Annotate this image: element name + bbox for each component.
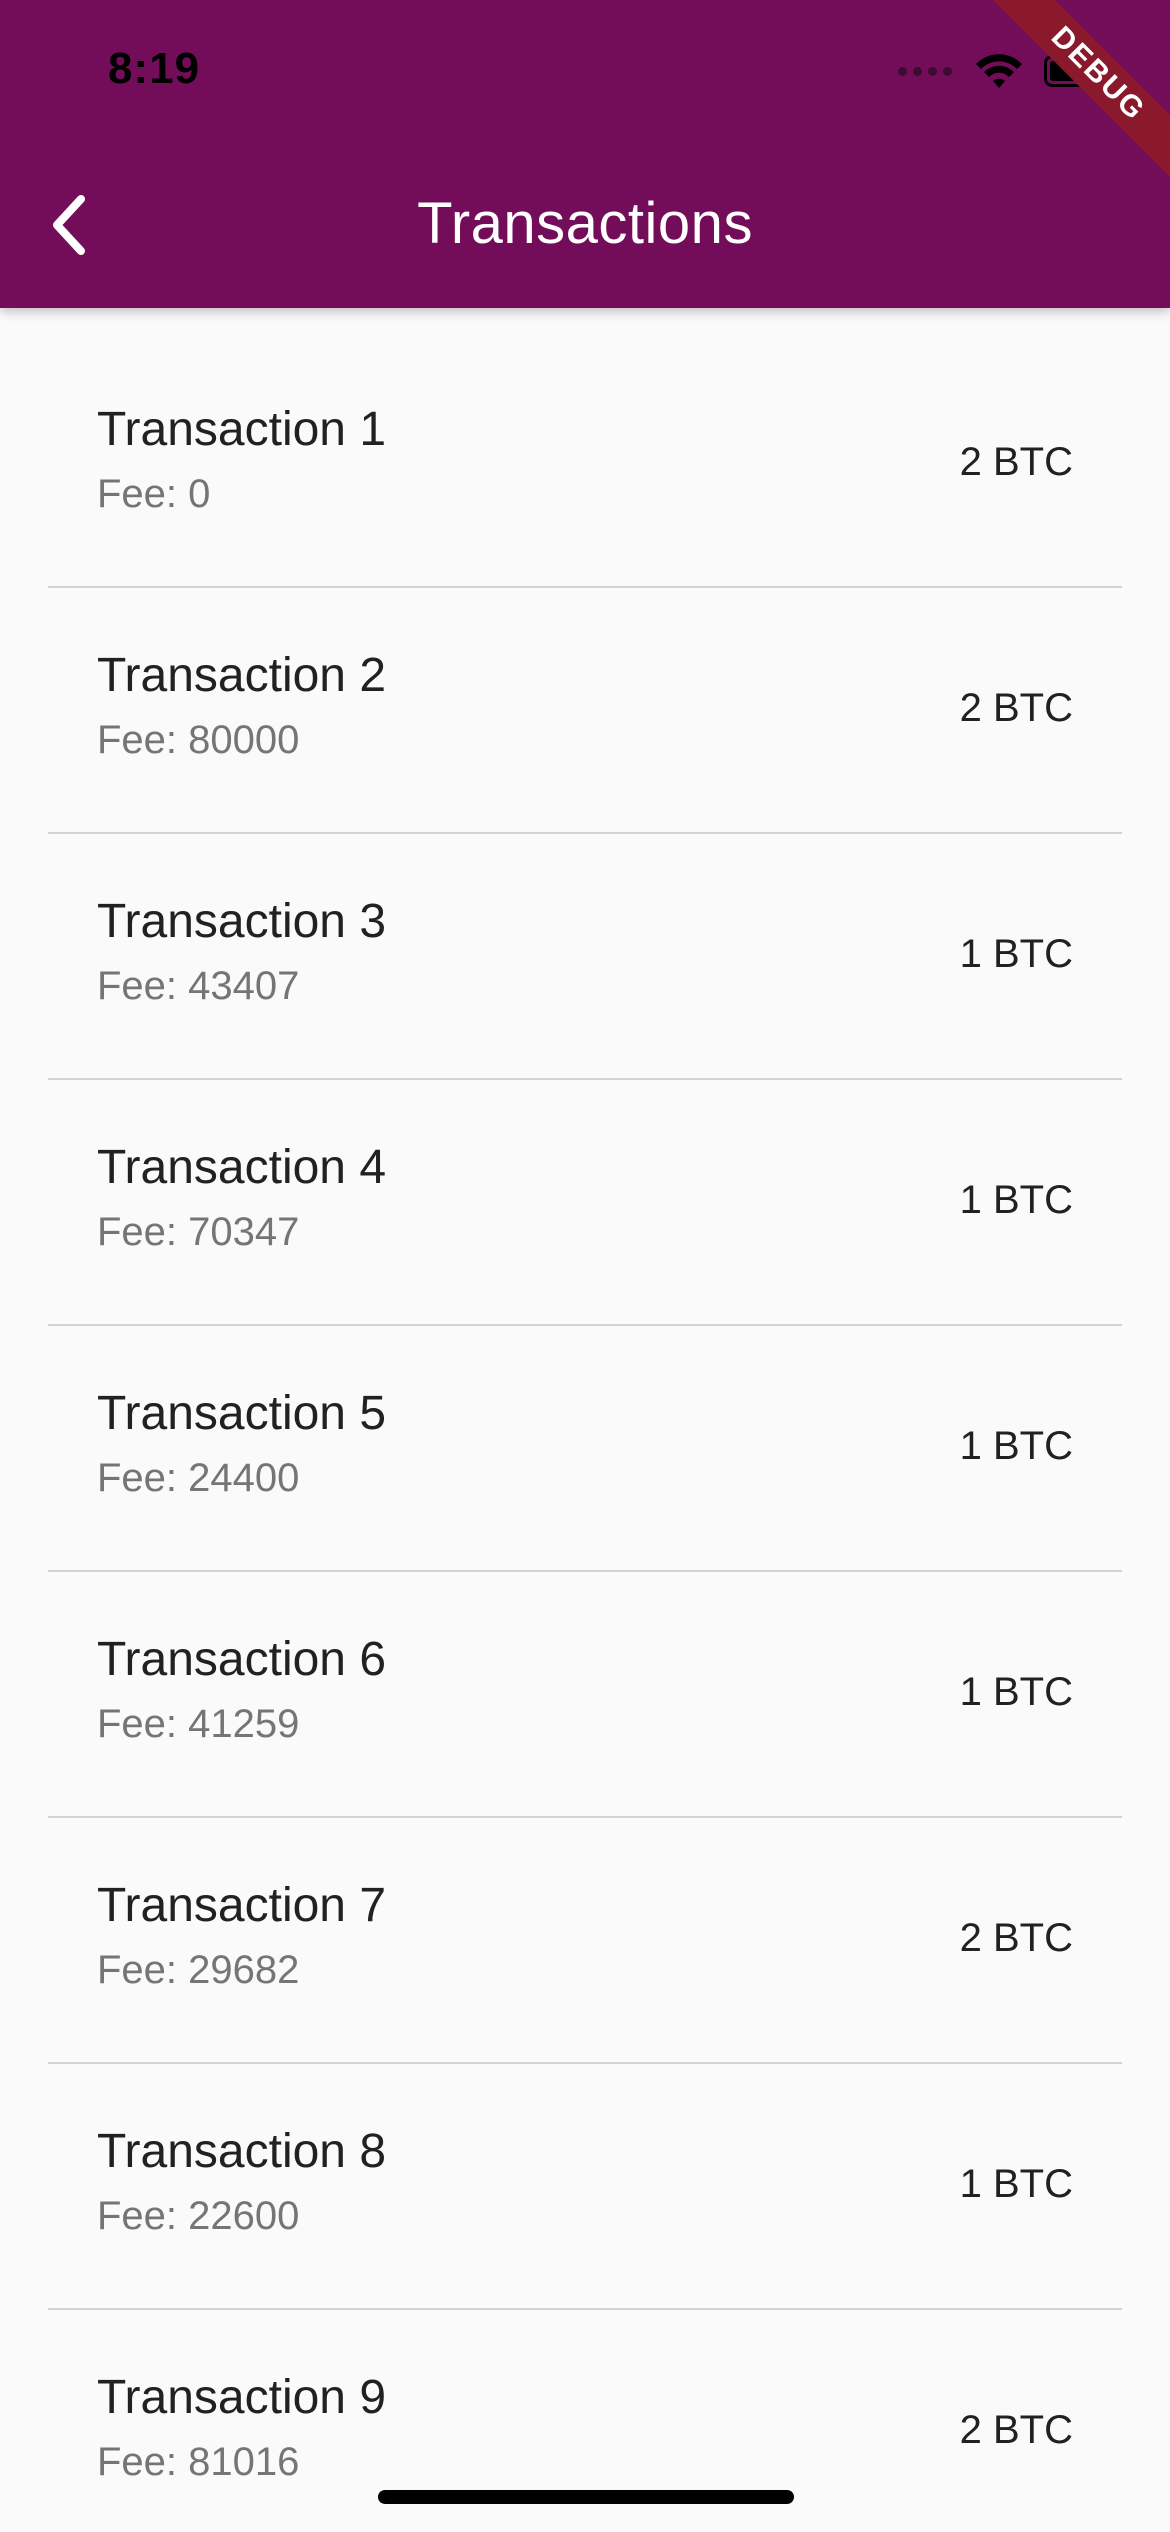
transaction-title: Transaction 7 xyxy=(97,1879,387,1932)
transaction-title: Transaction 9 xyxy=(97,2371,387,2424)
transaction-title: Transaction 4 xyxy=(97,1141,387,1194)
transaction-fee: Fee: 43407 xyxy=(97,964,300,1008)
transaction-title: Transaction 1 xyxy=(97,403,387,456)
transaction-row[interactable]: Transaction 8 Fee: 22600 1 BTC xyxy=(48,2064,1122,2310)
cellular-signal-icon xyxy=(898,66,952,76)
transactions-screen: 8:19 Transactions DEBUG Transaction 1 Fe… xyxy=(0,0,1170,2532)
transaction-row[interactable]: Transaction 3 Fee: 43407 1 BTC xyxy=(48,834,1122,1080)
transaction-title: Transaction 3 xyxy=(97,895,387,948)
page-title: Transactions xyxy=(417,191,753,256)
status-time: 8:19 xyxy=(108,44,201,93)
transaction-amount: 2 BTC xyxy=(959,440,1073,484)
transaction-row[interactable]: Transaction 7 Fee: 29682 2 BTC xyxy=(48,1818,1122,2064)
transaction-fee: Fee: 0 xyxy=(97,472,211,516)
transaction-amount: 1 BTC xyxy=(959,1424,1073,1468)
home-indicator[interactable] xyxy=(378,2490,794,2504)
transaction-title: Transaction 2 xyxy=(97,649,387,702)
transaction-row[interactable]: Transaction 2 Fee: 80000 2 BTC xyxy=(48,588,1122,834)
transaction-row[interactable]: Transaction 5 Fee: 24400 1 BTC xyxy=(48,1326,1122,1572)
wifi-icon xyxy=(976,54,1022,88)
transaction-row[interactable]: Transaction 1 Fee: 0 2 BTC xyxy=(48,342,1122,588)
transaction-row[interactable]: Transaction 4 Fee: 70347 1 BTC xyxy=(48,1080,1122,1326)
transaction-amount: 1 BTC xyxy=(959,2162,1073,2206)
transaction-title: Transaction 8 xyxy=(97,2125,387,2178)
transaction-fee: Fee: 81016 xyxy=(97,2440,300,2484)
transaction-amount: 2 BTC xyxy=(959,2408,1073,2452)
transaction-fee: Fee: 22600 xyxy=(97,2194,300,2238)
transaction-amount: 1 BTC xyxy=(959,932,1073,976)
transaction-row[interactable]: Transaction 6 Fee: 41259 1 BTC xyxy=(48,1572,1122,1818)
transaction-fee: Fee: 70347 xyxy=(97,1210,300,1254)
transaction-title: Transaction 5 xyxy=(97,1387,387,1440)
transaction-fee: Fee: 80000 xyxy=(97,718,300,762)
transaction-amount: 2 BTC xyxy=(959,1916,1073,1960)
transaction-amount: 1 BTC xyxy=(959,1670,1073,1714)
transaction-list: Transaction 1 Fee: 0 2 BTC Transaction 2… xyxy=(0,342,1170,2532)
transaction-fee: Fee: 41259 xyxy=(97,1702,300,1746)
transaction-amount: 1 BTC xyxy=(959,1178,1073,1222)
transaction-fee: Fee: 24400 xyxy=(97,1456,300,1500)
transaction-title: Transaction 6 xyxy=(97,1633,387,1686)
app-bar: 8:19 Transactions xyxy=(0,0,1170,308)
transaction-fee: Fee: 29682 xyxy=(97,1948,300,1992)
transaction-amount: 2 BTC xyxy=(959,686,1073,730)
